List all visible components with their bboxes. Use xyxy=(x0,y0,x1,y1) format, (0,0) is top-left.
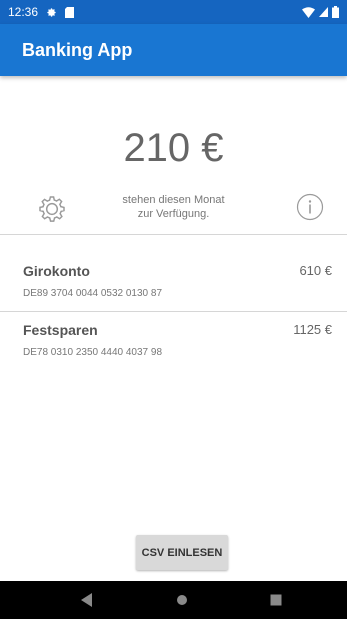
account-amount: 1125 € xyxy=(293,322,332,337)
status-right xyxy=(302,6,339,18)
info-icon[interactable] xyxy=(296,193,324,221)
balance-subtitle: stehen diesen Monat zur Verfügung. xyxy=(100,193,247,221)
account-iban: DE89 3704 0044 0532 0130 87 xyxy=(23,288,163,299)
navigation-bar xyxy=(0,581,347,619)
account-name: Girokonto xyxy=(23,263,90,279)
sd-card-icon xyxy=(65,6,75,18)
back-icon[interactable] xyxy=(76,589,98,611)
available-balance: 210 € xyxy=(123,126,224,170)
wifi-icon xyxy=(302,6,315,18)
account-row-festsparen[interactable]: Festsparen 1125 € DE78 0310 2350 4440 40… xyxy=(0,322,347,378)
home-icon[interactable] xyxy=(171,589,193,611)
status-left: 12:36 xyxy=(8,5,75,19)
settings-gear-icon[interactable] xyxy=(36,193,68,225)
settings-icon xyxy=(47,7,56,17)
subtitle-line-1: stehen diesen Monat xyxy=(122,194,225,206)
account-name: Festsparen xyxy=(23,322,98,338)
battery-icon xyxy=(332,6,339,18)
csv-import-button[interactable]: CSV EINLESEN xyxy=(136,535,228,570)
account-iban: DE78 0310 2350 4440 4037 98 xyxy=(23,347,163,358)
account-amount: 610 € xyxy=(299,263,332,278)
status-time: 12:36 xyxy=(8,5,39,19)
summary-divider xyxy=(0,234,347,235)
account-divider xyxy=(0,311,347,312)
status-bar: 12:36 xyxy=(0,0,347,24)
signal-icon xyxy=(319,7,328,17)
subtitle-line-2: zur Verfügung. xyxy=(137,208,210,220)
app-title: Banking App xyxy=(22,39,133,60)
app-bar: Banking App xyxy=(0,24,347,76)
recents-icon[interactable] xyxy=(265,589,287,611)
